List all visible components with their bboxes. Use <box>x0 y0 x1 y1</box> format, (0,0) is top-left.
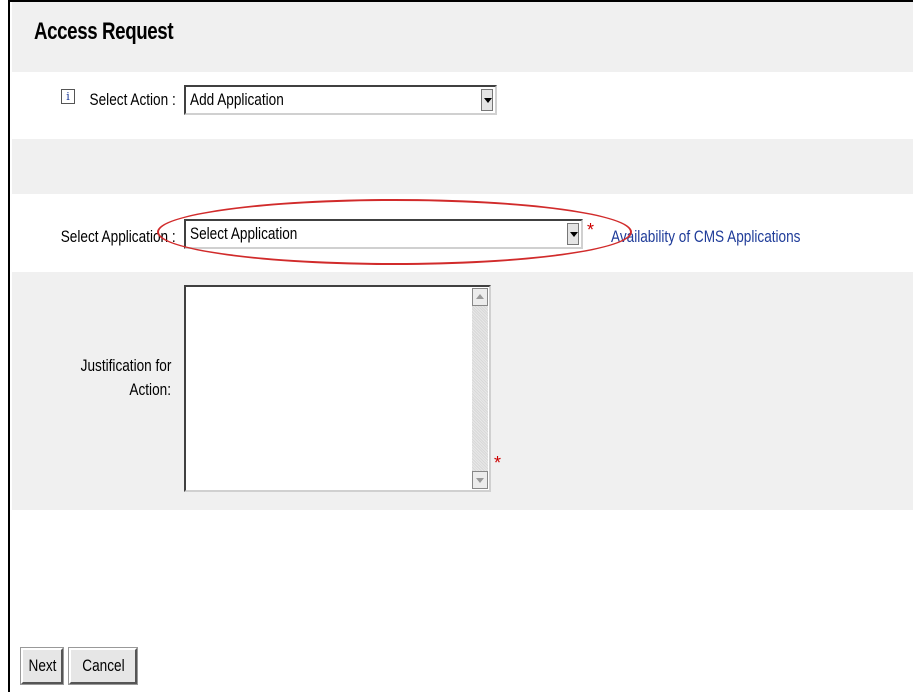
select-action-label: Select Action : <box>89 90 176 109</box>
page-title: Access Request <box>34 18 174 45</box>
justification-textarea[interactable] <box>184 285 491 492</box>
select-application-label: Select Application : <box>61 227 176 246</box>
select-action-value: Add Application <box>190 90 284 109</box>
select-application-value: Select Application <box>190 224 298 243</box>
cms-availability-link[interactable]: Availability of CMS Applications <box>611 227 800 247</box>
select-application-dropdown[interactable]: Select Application <box>184 219 583 249</box>
scroll-down-icon[interactable] <box>472 471 488 489</box>
textarea-scrollbar[interactable] <box>472 288 488 489</box>
spacer-band <box>12 139 913 194</box>
select-action-dropdown[interactable]: Add Application <box>184 85 497 115</box>
cancel-button-label: Cancel <box>81 656 125 675</box>
justification-label-line1: Justification for <box>80 356 171 375</box>
chevron-down-icon[interactable] <box>567 223 579 245</box>
required-marker: * <box>494 453 502 473</box>
info-icon[interactable]: i <box>61 89 75 104</box>
next-button-label: Next <box>28 656 56 675</box>
cancel-button[interactable]: Cancel <box>68 647 138 685</box>
chevron-down-icon[interactable] <box>481 89 493 111</box>
required-marker: * <box>587 220 595 240</box>
next-button[interactable]: Next <box>20 647 64 685</box>
justification-label-line2: Action: <box>129 380 171 399</box>
scroll-up-icon[interactable] <box>472 288 488 306</box>
